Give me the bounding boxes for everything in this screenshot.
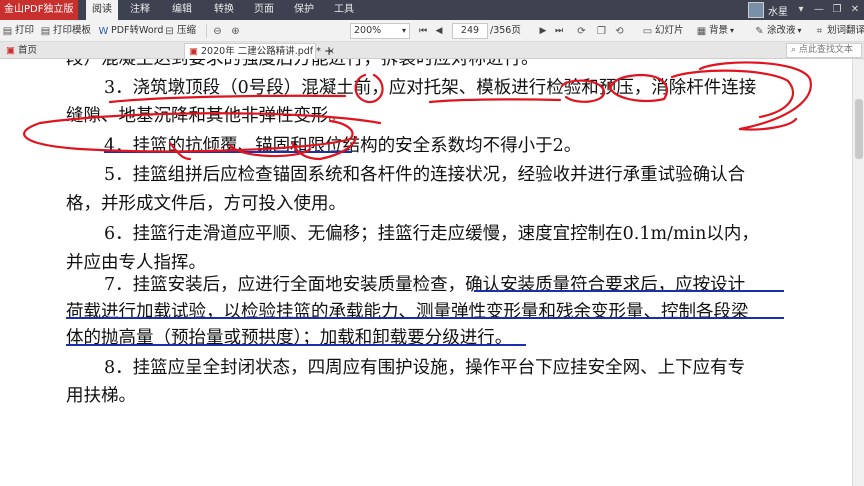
zoom-out-button[interactable]: ⊖ bbox=[212, 23, 225, 39]
user-name[interactable]: 水星 bbox=[768, 3, 788, 18]
compress-button[interactable]: ⊟ 压缩 bbox=[164, 23, 196, 39]
vertical-scrollbar[interactable] bbox=[852, 59, 864, 486]
minimize-button[interactable]: — bbox=[810, 0, 828, 20]
page-number-input[interactable]: 249 bbox=[452, 23, 488, 39]
zoom-value: 200% bbox=[354, 25, 382, 36]
menu-annotate[interactable]: 注释 bbox=[124, 0, 156, 20]
menu-edit[interactable]: 编辑 bbox=[166, 0, 198, 20]
copy-icon: ❐ bbox=[597, 25, 606, 37]
home-icon: ▣ bbox=[6, 45, 15, 56]
rotate-page-icon: ⟲ bbox=[615, 25, 624, 37]
translate-button[interactable]: ⌗ 划词翻译 bbox=[814, 23, 864, 39]
rotate-button[interactable]: ⟳ bbox=[576, 23, 589, 39]
pdf-to-word-label: PDF转Word bbox=[111, 25, 164, 36]
zoom-in-button[interactable]: ⊕ bbox=[230, 23, 243, 39]
tab-home-label: 首页 bbox=[18, 45, 38, 56]
print-label: 打印 bbox=[15, 25, 35, 36]
text-line: 缝隙、地基沉降和其他非弹性变形。 bbox=[66, 106, 346, 126]
rotate-icon: ⟳ bbox=[577, 25, 586, 37]
document-page[interactable]: 段）混凝土达到要求的强度后方能进行，拆装时应对称进行。 3．浇筑墩顶段（0号段）… bbox=[0, 59, 852, 486]
avatar[interactable] bbox=[748, 2, 764, 18]
prev-page-button[interactable]: ◀ bbox=[432, 23, 446, 39]
tab-document[interactable]: ▣ 2020年 二建公路精讲.pdf * × bbox=[184, 43, 335, 59]
underline-annotation[interactable] bbox=[474, 290, 784, 292]
slideshow-label: 幻灯片 bbox=[655, 25, 684, 36]
menu-bar: 金山PDF独立版 阅读 注释 编辑 转换 页面 保护 工具 水星 ▾ — ❐ ✕ bbox=[0, 0, 864, 20]
chevron-down-icon: ▾ bbox=[730, 26, 735, 35]
maximize-button[interactable]: ❐ bbox=[828, 0, 846, 20]
chevron-down-icon[interactable]: ▾ bbox=[792, 0, 810, 20]
menu-protect[interactable]: 保护 bbox=[288, 0, 320, 20]
text-line: 体的抛高量（预抬量或预拱度）；加载和卸载要分级进行。 bbox=[66, 328, 513, 348]
word-icon: W bbox=[98, 25, 109, 37]
text-line: 8．挂篮应呈全封闭状态，四周应有围护设施，操作平台下应挂安全网、上下应有专 bbox=[104, 358, 746, 378]
text-line: 4．挂篮的抗倾覆、锚固和限位结构的安全系数均不得小于2。 bbox=[104, 136, 582, 156]
rotate-page-button[interactable]: ⟲ bbox=[614, 23, 627, 39]
slideshow-button[interactable]: ▭ 幻灯片 bbox=[642, 23, 684, 39]
compress-label: 压缩 bbox=[177, 25, 197, 36]
copy-button[interactable]: ❐ bbox=[596, 23, 609, 39]
menu-convert[interactable]: 转换 bbox=[208, 0, 240, 20]
text-line: 6．挂篮行走滑道应平顺、无偏移；挂篮行走应缓慢，速度宜控制在0.1m/min以内… bbox=[104, 224, 759, 244]
text-line: 用扶梯。 bbox=[66, 386, 136, 406]
pdf-to-word-button[interactable]: W PDF转Word bbox=[98, 23, 164, 39]
printer-template-icon: ▤ bbox=[40, 25, 51, 37]
page-total: /356页 bbox=[490, 25, 521, 36]
compress-icon: ⊟ bbox=[165, 25, 174, 37]
toolbar-divider bbox=[206, 24, 207, 38]
text-line: 格，并形成文件后，方可投入使用。 bbox=[66, 194, 346, 214]
zoom-in-icon: ⊕ bbox=[231, 25, 240, 37]
search-input[interactable]: ⌕ 点此查找文本 bbox=[786, 43, 862, 58]
text-line: 荷载进行加载试验，以检验挂篮的承载能力、测量弹性变形量和残余变形量、控制各段梁 bbox=[66, 302, 749, 322]
text-line: 5．挂篮组拼后应检查锚固系统和各杆件的连接状况，经验收并进行承重试验确认合 bbox=[104, 165, 746, 185]
underline-annotation[interactable] bbox=[66, 344, 526, 346]
zoom-select[interactable]: 200% ▾ bbox=[350, 23, 410, 39]
print-button[interactable]: ▤ 打印 bbox=[2, 23, 34, 39]
toolbar: ▤ 打印 ▤ 打印模板 W PDF转Word ⊟ 压缩 ⊖ ⊕ 200% ▾ ⏮… bbox=[0, 20, 864, 42]
background-label: 背景 bbox=[709, 25, 729, 36]
last-page-button[interactable]: ⏭ bbox=[552, 23, 566, 39]
print-template-label: 打印模板 bbox=[53, 25, 92, 36]
background-icon: ▦ bbox=[696, 25, 707, 37]
menu-tools[interactable]: 工具 bbox=[328, 0, 360, 20]
menu-page[interactable]: 页面 bbox=[248, 0, 280, 20]
slideshow-icon: ▭ bbox=[642, 25, 653, 37]
translate-label: 划词翻译 bbox=[827, 25, 864, 36]
search-icon: ⌕ bbox=[791, 45, 797, 55]
text-line: 段）混凝土达到要求的强度后方能进行，拆装时应对称进行。 bbox=[66, 59, 539, 69]
chevron-down-icon: ▾ bbox=[401, 26, 406, 35]
next-page-button[interactable]: ▶ bbox=[536, 23, 550, 39]
pdf-icon: ▣ bbox=[189, 46, 198, 57]
search-placeholder: 点此查找文本 bbox=[798, 45, 853, 55]
add-tab-button[interactable]: + bbox=[320, 43, 334, 59]
zoom-out-icon: ⊖ bbox=[213, 25, 222, 37]
print-template-button[interactable]: ▤ 打印模板 bbox=[40, 23, 91, 39]
close-button[interactable]: ✕ bbox=[846, 0, 864, 20]
text-line: 并应由专人指挥。 bbox=[66, 253, 206, 273]
tab-document-label: 2020年 二建公路精讲.pdf * bbox=[201, 46, 321, 57]
text-line: 7．挂篮安装后，应进行全面地安装质量检查，确认安装质量符合要求后，应按设计 bbox=[104, 275, 746, 295]
chevron-down-icon: ▾ bbox=[797, 26, 802, 35]
translate-icon: ⌗ bbox=[816, 25, 823, 37]
user-area: 水星 ▾ — ❐ ✕ bbox=[748, 0, 864, 20]
eraser-icon: ✎ bbox=[755, 25, 764, 37]
menu-read[interactable]: 阅读 bbox=[86, 0, 118, 20]
smear-button[interactable]: ✎ 涂改液 ▾ bbox=[754, 23, 802, 39]
underline-annotation[interactable] bbox=[104, 151, 352, 153]
app-title[interactable]: 金山PDF独立版 bbox=[0, 0, 78, 20]
text-line: 3．浇筑墩顶段（0号段）混凝土前，应对托架、模板进行检验和预压，消除杆件连接 bbox=[104, 78, 757, 98]
background-button[interactable]: ▦ 背景 ▾ bbox=[696, 23, 734, 39]
printer-icon: ▤ bbox=[2, 25, 13, 37]
underline-annotation[interactable] bbox=[66, 317, 784, 319]
first-page-button[interactable]: ⏮ bbox=[416, 23, 430, 39]
smear-label: 涂改液 bbox=[767, 25, 796, 36]
tab-home[interactable]: ▣ 首页 bbox=[2, 43, 170, 59]
scrollbar-thumb[interactable] bbox=[855, 99, 863, 159]
tab-bar: ▣ 首页 ▣ 2020年 二建公路精讲.pdf * × + ⌕ 点此查找文本 bbox=[0, 42, 864, 59]
